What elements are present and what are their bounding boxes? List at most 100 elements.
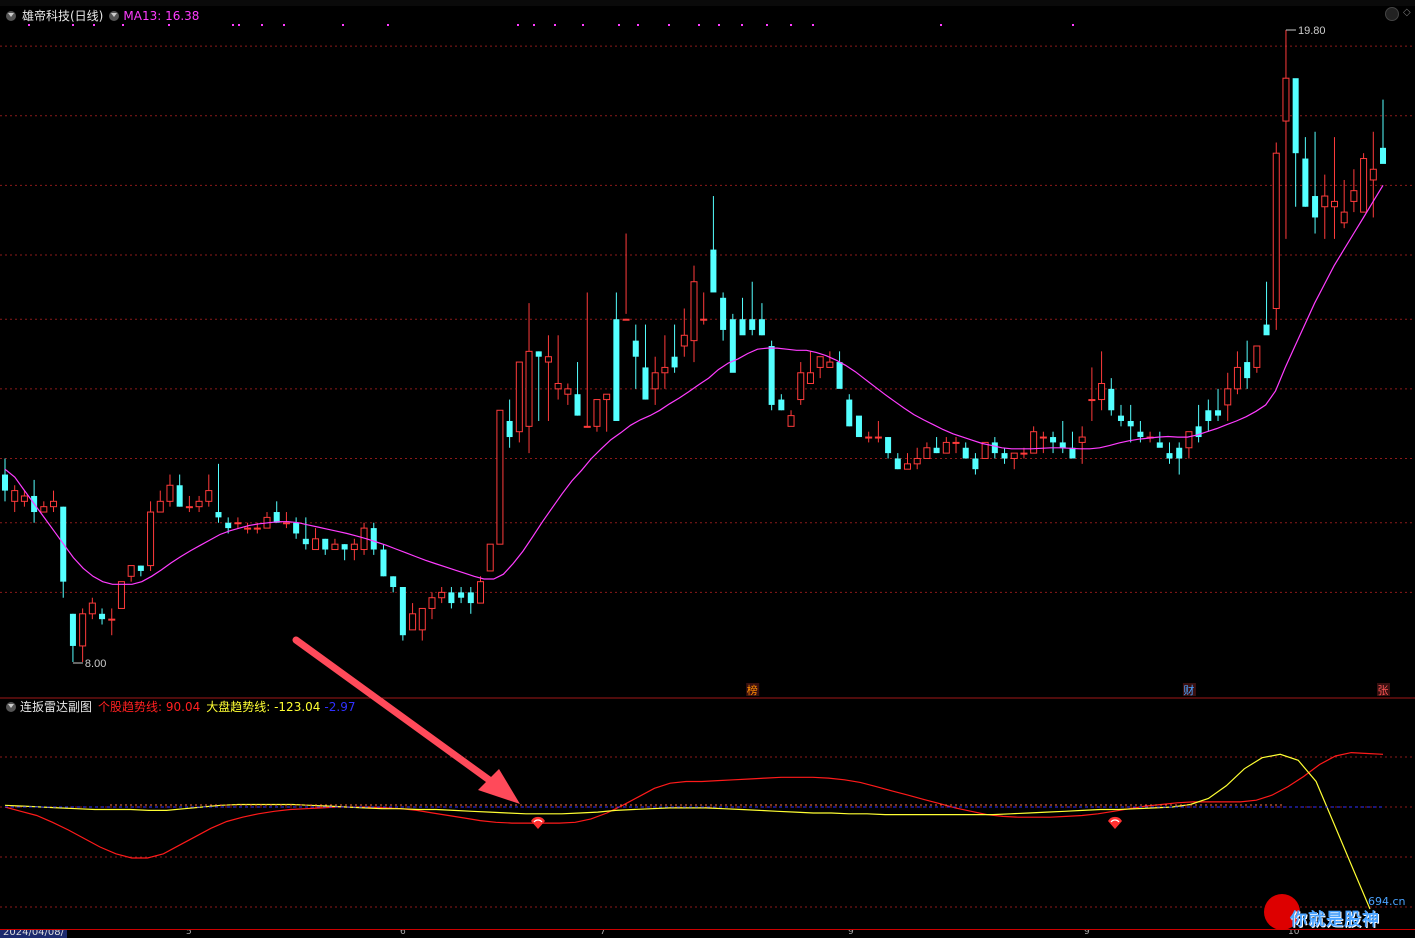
candle-down: [225, 522, 232, 529]
candle-down: [1059, 442, 1066, 448]
signal-dot: [283, 24, 285, 26]
candle-up: [418, 607, 426, 631]
signal-dot: [72, 24, 74, 26]
signal-dot: [698, 24, 700, 26]
candle-down: [758, 319, 765, 336]
annotation-arrow-shaft: [292, 636, 496, 786]
candle-up: [253, 527, 261, 530]
candle-up: [874, 436, 882, 439]
candle-up: [1253, 345, 1261, 368]
candle-up: [1078, 436, 1086, 443]
candle-down: [972, 458, 979, 470]
candle-down: [215, 512, 222, 518]
signal-dot: [940, 24, 942, 26]
candle-down: [448, 592, 455, 604]
candle-up: [1282, 77, 1290, 122]
candlestick-chart[interactable]: 19.80 8.00 榜 财 张: [0, 0, 1415, 937]
candle-up: [942, 441, 950, 454]
candle-down: [467, 592, 474, 604]
candle-up: [428, 597, 436, 609]
candle-up: [350, 543, 358, 551]
candle-up: [700, 318, 708, 321]
candle-down: [1379, 147, 1387, 164]
candle-up: [787, 415, 795, 427]
candle-up: [244, 527, 252, 530]
signal-dot: [93, 24, 95, 26]
candle-up: [1030, 431, 1038, 454]
candle-down: [962, 447, 969, 459]
signal-marker: [1108, 816, 1122, 829]
signal-dot: [387, 24, 389, 26]
candle-down: [1117, 415, 1124, 421]
candle-up: [525, 350, 533, 427]
candle-up: [147, 511, 155, 567]
event-marker: 张: [1378, 684, 1389, 697]
candle-down: [1263, 324, 1270, 336]
candle-up: [88, 602, 96, 615]
candle-up: [680, 334, 688, 347]
candle-up: [1321, 195, 1329, 208]
candle-down: [768, 346, 775, 405]
candle-down: [370, 528, 377, 550]
candle-up: [1039, 436, 1047, 439]
candle-down: [729, 319, 736, 373]
candle-down: [642, 367, 649, 400]
candle-down: [1050, 437, 1057, 443]
candle-up: [593, 399, 601, 427]
signal-dot: [28, 24, 30, 26]
signal-dot: [168, 24, 170, 26]
candle-down: [302, 538, 309, 545]
candle-down: [1156, 442, 1163, 448]
candle-down: [99, 613, 106, 620]
signal-marker: [531, 816, 545, 829]
candle-up: [1360, 158, 1368, 213]
candle-up: [622, 318, 630, 321]
month-mark: 9: [1084, 929, 1090, 937]
candle-down: [322, 538, 329, 550]
signal-dot: [1072, 24, 1074, 26]
candle-up: [331, 543, 339, 551]
candle-up: [1098, 382, 1106, 401]
candle-down: [1, 474, 9, 491]
candle-up: [661, 366, 669, 374]
low-label: 8.00: [85, 658, 106, 670]
candle-up: [1185, 431, 1193, 449]
candle-down: [749, 319, 756, 330]
month-mark: 9: [848, 929, 854, 937]
signal-dot: [812, 24, 814, 26]
candle-up: [564, 388, 572, 395]
signal-dot: [122, 24, 124, 26]
candle-up: [797, 372, 805, 401]
candle-up: [79, 613, 87, 647]
candle-up: [1369, 168, 1377, 181]
candle-down: [390, 576, 397, 588]
candle-up: [1224, 388, 1232, 406]
candle-down: [1108, 388, 1115, 411]
signal-dot: [261, 24, 263, 26]
candle-down: [399, 587, 406, 636]
candle-up: [554, 382, 562, 390]
candle-down: [506, 420, 513, 438]
candle-up: [312, 538, 320, 551]
month-mark: 7: [600, 929, 606, 937]
candle-up: [108, 618, 116, 621]
candle-down: [1176, 447, 1183, 459]
signal-dot: [718, 24, 720, 26]
candle-up: [1010, 452, 1018, 459]
candle-down: [885, 437, 892, 454]
candle-up: [476, 581, 485, 604]
candle-down: [933, 447, 940, 454]
candle-down: [535, 351, 542, 357]
candle-down: [1127, 420, 1134, 427]
candle-up: [11, 490, 19, 502]
candle-down: [1069, 447, 1076, 459]
candle-down: [293, 522, 300, 534]
candle-down: [739, 319, 746, 336]
candle-up: [1233, 366, 1241, 390]
candle-up: [913, 457, 921, 465]
candle-down: [632, 340, 639, 357]
month-mark: 6: [400, 929, 406, 937]
candle-down: [574, 394, 581, 416]
candle-up: [438, 591, 446, 599]
candle-up: [651, 372, 659, 390]
